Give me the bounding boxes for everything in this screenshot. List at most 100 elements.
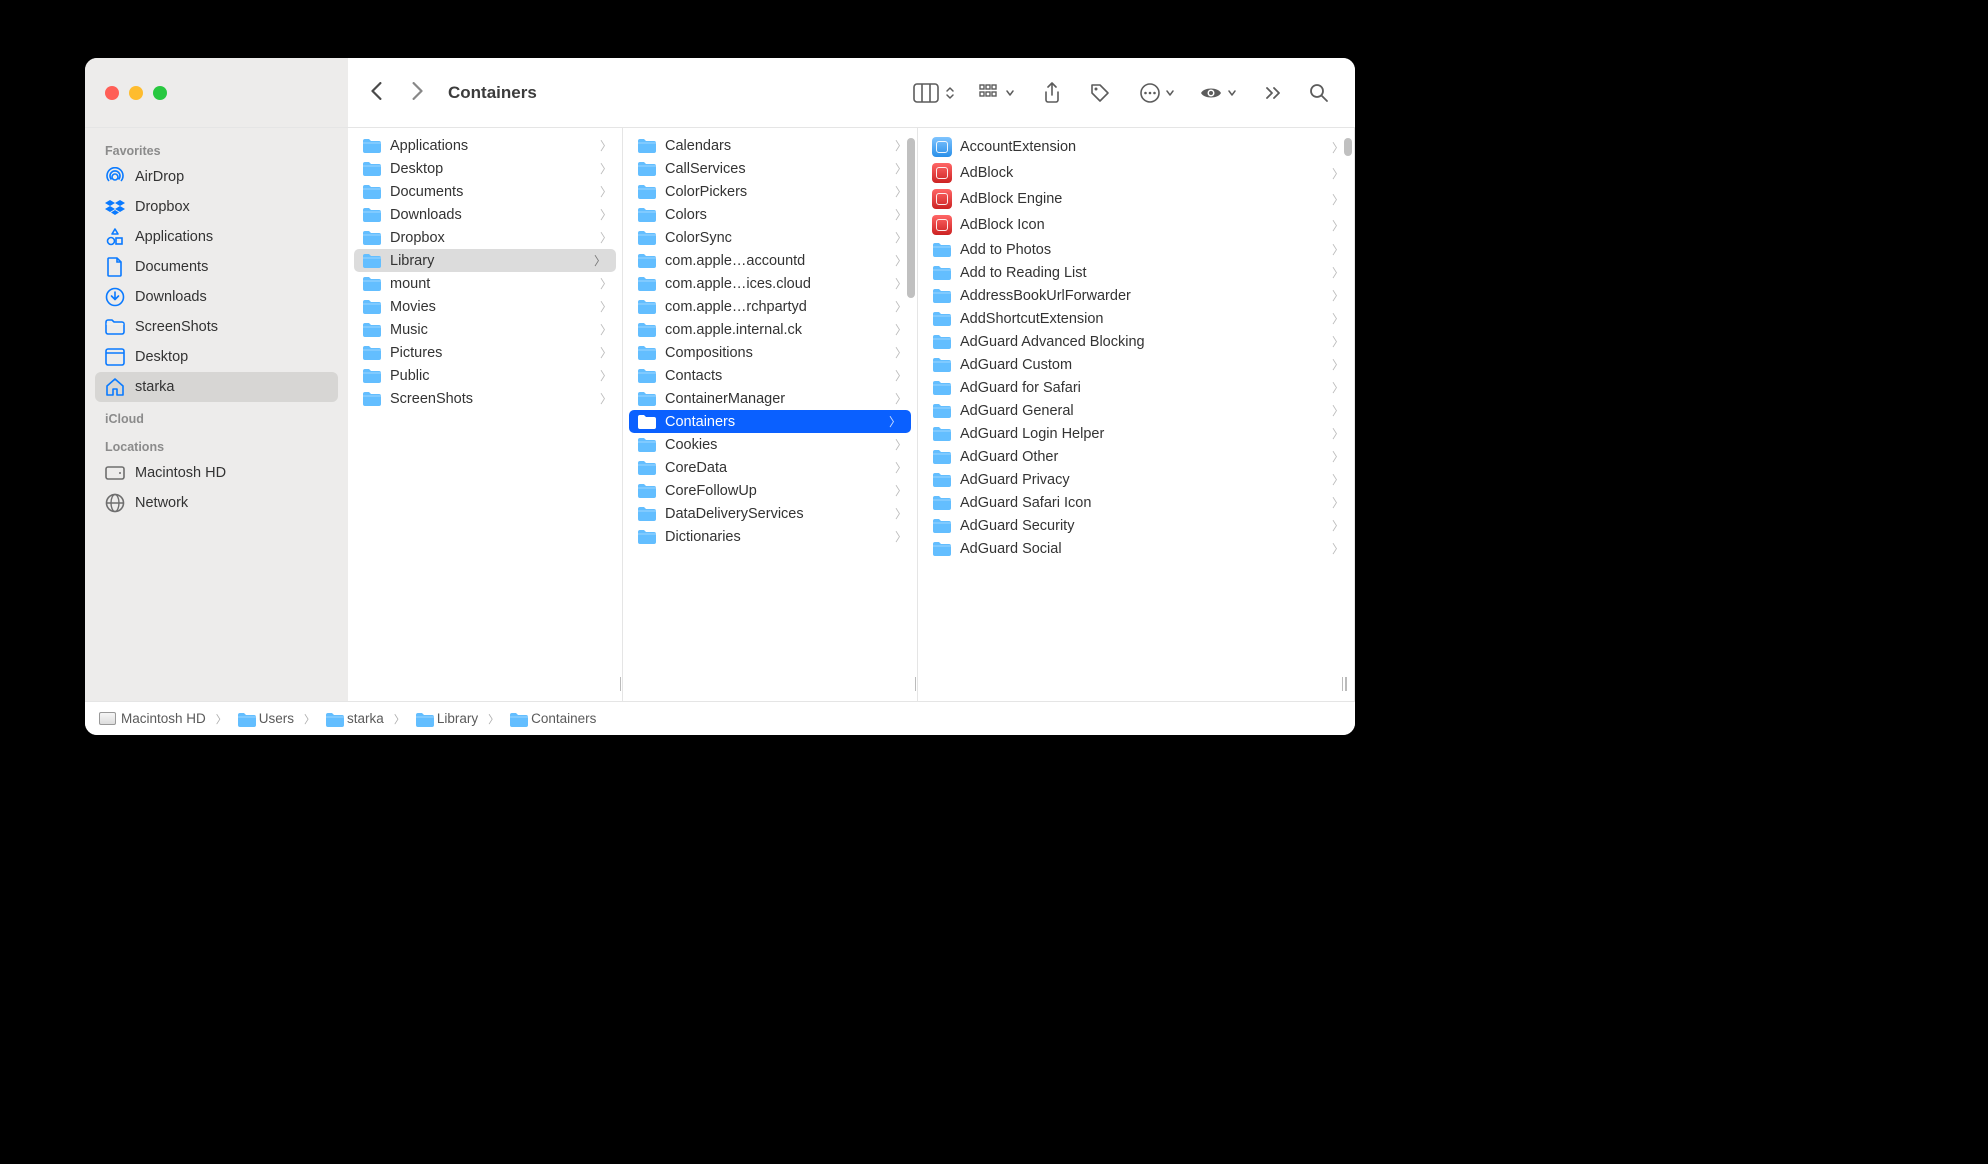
file-row[interactable]: AddShortcutExtension〉 <box>918 307 1354 330</box>
minimize-button[interactable] <box>129 86 143 100</box>
file-label: Pictures <box>390 345 592 361</box>
file-row[interactable]: Calendars〉 <box>623 134 917 157</box>
path-segment[interactable]: Containers <box>509 711 596 726</box>
chevron-right-icon: 〉 <box>1332 402 1344 419</box>
back-button[interactable] <box>370 80 384 106</box>
column-3[interactable]: AccountExtension〉AdBlock〉AdBlock Engine〉… <box>918 128 1355 701</box>
file-row[interactable]: Library〉 <box>354 249 616 272</box>
chevron-right-icon: 〉 <box>895 482 907 499</box>
file-row[interactable]: com.apple…rchpartyd〉 <box>623 295 917 318</box>
column-2[interactable]: Calendars〉CallServices〉ColorPickers〉Colo… <box>623 128 918 701</box>
group-button[interactable] <box>979 84 1015 102</box>
column-1[interactable]: Applications〉Desktop〉Documents〉Downloads… <box>348 128 623 701</box>
folder-icon <box>637 483 657 499</box>
file-row[interactable]: Dictionaries〉 <box>623 525 917 548</box>
view-columns-button[interactable] <box>913 83 955 103</box>
sidebar-item-screenshots[interactable]: ScreenShots <box>95 312 338 342</box>
close-button[interactable] <box>105 86 119 100</box>
file-row[interactable]: Containers〉 <box>629 410 911 433</box>
finder-window: Containers <box>85 58 1355 735</box>
search-button[interactable] <box>1309 83 1329 103</box>
file-row[interactable]: AdGuard Security〉 <box>918 514 1354 537</box>
file-row[interactable]: AdBlock Engine〉 <box>918 186 1354 212</box>
file-row[interactable]: Dropbox〉 <box>348 226 622 249</box>
file-row[interactable]: AdGuard Safari Icon〉 <box>918 491 1354 514</box>
sidebar-item-airdrop[interactable]: AirDrop <box>95 162 338 192</box>
file-row[interactable]: AdGuard General〉 <box>918 399 1354 422</box>
file-row[interactable]: AdBlock Icon〉 <box>918 212 1354 238</box>
path-segment[interactable]: Users <box>237 711 294 726</box>
file-row[interactable]: AdBlock〉 <box>918 160 1354 186</box>
scrollbar-thumb[interactable] <box>1344 138 1352 156</box>
file-row[interactable]: AddressBookUrlForwarder〉 <box>918 284 1354 307</box>
file-row[interactable]: ColorPickers〉 <box>623 180 917 203</box>
file-row[interactable]: Colors〉 <box>623 203 917 226</box>
file-row[interactable]: AdGuard Custom〉 <box>918 353 1354 376</box>
file-row[interactable]: com.apple…ices.cloud〉 <box>623 272 917 295</box>
hdd-icon <box>99 712 116 725</box>
sidebar-item-label: Downloads <box>135 289 207 305</box>
overflow-button[interactable] <box>1265 86 1281 100</box>
file-row[interactable]: Documents〉 <box>348 180 622 203</box>
file-row[interactable]: CallServices〉 <box>623 157 917 180</box>
sidebar-item-network[interactable]: Network <box>95 488 338 518</box>
file-row[interactable]: mount〉 <box>348 272 622 295</box>
sidebar-item-starka[interactable]: starka <box>95 372 338 402</box>
file-row[interactable]: ContainerManager〉 <box>623 387 917 410</box>
file-row[interactable]: AdGuard Other〉 <box>918 445 1354 468</box>
file-row[interactable]: Desktop〉 <box>348 157 622 180</box>
column-resize-handle[interactable] <box>1338 677 1350 691</box>
file-row[interactable]: Add to Photos〉 <box>918 238 1354 261</box>
file-row[interactable]: com.apple…accountd〉 <box>623 249 917 272</box>
file-row[interactable]: com.apple.internal.ck〉 <box>623 318 917 341</box>
sidebar-item-macintosh-hd[interactable]: Macintosh HD <box>95 458 338 488</box>
file-row[interactable]: Add to Reading List〉 <box>918 261 1354 284</box>
file-label: ScreenShots <box>390 391 592 407</box>
file-row[interactable]: CoreData〉 <box>623 456 917 479</box>
scrollbar-thumb[interactable] <box>907 138 915 298</box>
share-button[interactable] <box>1043 82 1061 104</box>
column-resize-handle[interactable] <box>911 677 918 691</box>
file-row[interactable]: DataDeliveryServices〉 <box>623 502 917 525</box>
file-row[interactable]: AdGuard Login Helper〉 <box>918 422 1354 445</box>
sidebar-item-applications[interactable]: Applications <box>95 222 338 252</box>
path-segment[interactable]: Library <box>415 711 478 726</box>
folder-icon <box>637 207 657 223</box>
file-label: AdGuard Custom <box>960 357 1324 373</box>
folder-icon <box>932 426 952 442</box>
file-row[interactable]: Applications〉 <box>348 134 622 157</box>
preview-button[interactable] <box>1199 85 1237 101</box>
file-row[interactable]: Cookies〉 <box>623 433 917 456</box>
file-row[interactable]: Movies〉 <box>348 295 622 318</box>
sidebar-item-desktop[interactable]: Desktop <box>95 342 338 372</box>
file-row[interactable]: Contacts〉 <box>623 364 917 387</box>
file-row[interactable]: AdGuard for Safari〉 <box>918 376 1354 399</box>
forward-button[interactable] <box>410 80 424 106</box>
more-button[interactable] <box>1139 82 1175 104</box>
file-row[interactable]: AccountExtension〉 <box>918 134 1354 160</box>
file-row[interactable]: Pictures〉 <box>348 341 622 364</box>
file-row[interactable]: Compositions〉 <box>623 341 917 364</box>
file-label: Containers <box>665 414 881 430</box>
file-row[interactable]: ColorSync〉 <box>623 226 917 249</box>
file-row[interactable]: Music〉 <box>348 318 622 341</box>
file-row[interactable]: ScreenShots〉 <box>348 387 622 410</box>
path-segment[interactable]: Macintosh HD <box>99 711 206 726</box>
sidebar-item-documents[interactable]: Documents <box>95 252 338 282</box>
dropbox-icon <box>105 197 125 217</box>
file-row[interactable]: CoreFollowUp〉 <box>623 479 917 502</box>
file-row[interactable]: Public〉 <box>348 364 622 387</box>
file-row[interactable]: AdGuard Privacy〉 <box>918 468 1354 491</box>
sidebar-item-downloads[interactable]: Downloads <box>95 282 338 312</box>
sidebar-item-label: Applications <box>135 229 213 245</box>
sidebar-item-dropbox[interactable]: Dropbox <box>95 192 338 222</box>
file-row[interactable]: Downloads〉 <box>348 203 622 226</box>
column-resize-handle[interactable] <box>616 677 623 691</box>
chevron-right-icon: 〉 <box>895 505 907 522</box>
tag-button[interactable] <box>1089 82 1111 104</box>
zoom-button[interactable] <box>153 86 167 100</box>
path-segment[interactable]: starka <box>325 711 384 726</box>
file-row[interactable]: AdGuard Social〉 <box>918 537 1354 560</box>
file-row[interactable]: AdGuard Advanced Blocking〉 <box>918 330 1354 353</box>
file-label: AdGuard Other <box>960 449 1324 465</box>
